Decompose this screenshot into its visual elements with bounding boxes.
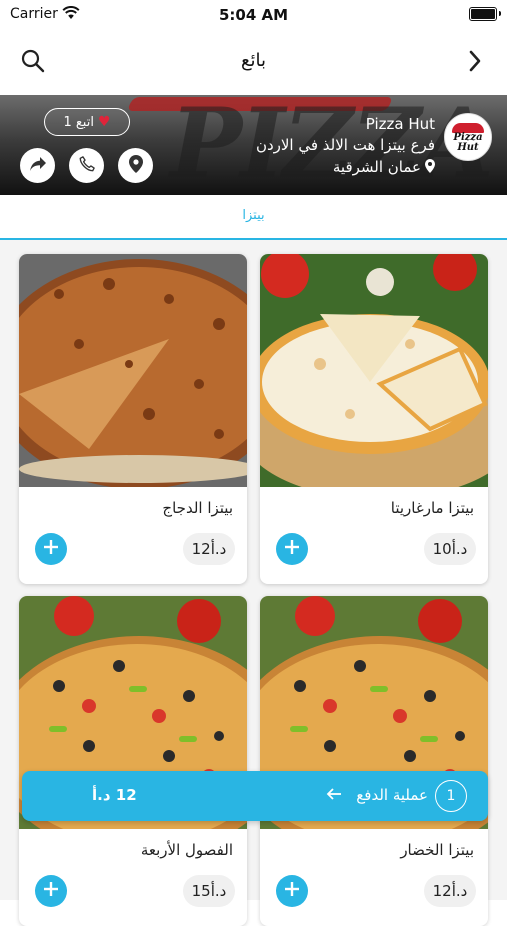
product-card[interactable]: بيتزا مارغاريتا د.أ10 — [260, 254, 488, 584]
plus-icon — [284, 881, 300, 901]
product-price: د.أ15 — [183, 875, 235, 907]
follow-label: اتبع 1 — [63, 115, 94, 130]
page-title: بائع — [240, 50, 267, 71]
product-name: بيتزا الخضار — [400, 841, 474, 859]
add-to-cart-button[interactable] — [35, 875, 67, 907]
checkout-bar[interactable]: 1 عملية الدفع 12 د.أ — [22, 771, 488, 821]
status-bar: Carrier 5:04 AM — [0, 0, 507, 30]
product-price: د.أ12 — [424, 875, 476, 907]
store-name: Pizza Hut — [365, 115, 435, 133]
cart-count-badge: 1 — [435, 780, 467, 812]
clock: 5:04 AM — [218, 6, 289, 24]
product-name: الفصول الأربعة — [140, 841, 233, 859]
product-name: بيتزا الدجاج — [162, 499, 233, 517]
battery-icon — [469, 7, 501, 21]
navigation-bar: بائع — [0, 30, 507, 92]
map-location-button[interactable] — [118, 148, 153, 183]
store-banner: PIZZA Pizza Hut Pizza Hut فرع بيتزا هت ال… — [0, 95, 507, 195]
store-location: عمان الشرقية — [333, 158, 435, 177]
plus-icon — [43, 881, 59, 901]
category-tabs: بيتزا — [0, 195, 507, 240]
add-to-cart-button[interactable] — [276, 533, 308, 565]
product-price: د.أ10 — [424, 533, 476, 565]
share-button[interactable] — [20, 148, 55, 183]
plus-icon — [284, 539, 300, 559]
plus-icon — [43, 539, 59, 559]
follow-button[interactable]: ♥اتبع 1 — [44, 108, 130, 136]
product-card[interactable]: بيتزا الدجاج د.أ12 — [19, 254, 247, 584]
product-name: بيتزا مارغاريتا — [390, 499, 474, 517]
cart-total: 12 د.أ — [92, 786, 137, 804]
phone-icon — [78, 155, 96, 177]
location-pin-icon — [128, 154, 143, 177]
store-logo: Pizza Hut — [444, 113, 492, 161]
checkout-label: عملية الدفع — [356, 786, 428, 804]
store-location-label: عمان الشرقية — [332, 158, 421, 176]
call-button[interactable] — [69, 148, 104, 183]
product-card[interactable]: بيتزا الخضار د.أ12 — [260, 596, 488, 926]
product-price: د.أ12 — [183, 533, 235, 565]
back-chevron-icon[interactable] — [467, 48, 483, 78]
add-to-cart-button[interactable] — [276, 875, 308, 907]
product-card[interactable]: الفصول الأربعة د.أ15 — [19, 596, 247, 926]
arrow-left-icon — [326, 786, 342, 805]
product-image-chicken — [19, 254, 247, 487]
location-pin-icon — [425, 158, 435, 177]
add-to-cart-button[interactable] — [35, 533, 67, 565]
heart-icon: ♥ — [97, 114, 111, 130]
share-icon — [29, 156, 47, 176]
product-image-margherita — [260, 254, 488, 487]
store-branch: فرع بيتزا هت الالذ في الاردن — [255, 136, 435, 154]
tab-pizza[interactable]: بيتزا — [0, 208, 507, 223]
